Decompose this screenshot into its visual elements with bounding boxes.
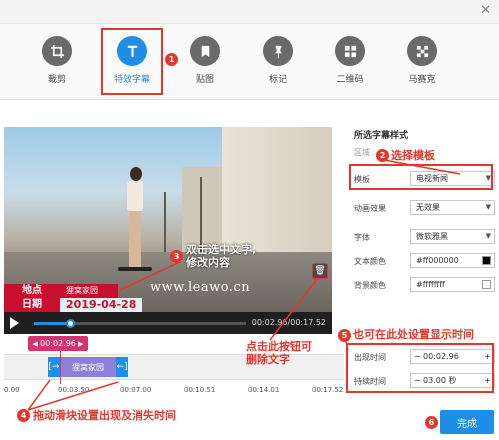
annotation-4: 拖动滑块设置出现及消失时间 [33, 409, 176, 422]
font-label: 字体 [354, 233, 370, 242]
step-badge-2: 2 [376, 149, 389, 162]
subtitle-value[interactable]: 狸窝家园 [60, 284, 118, 298]
ruler-tick: 00:03.50 [58, 386, 90, 394]
tool-mosaic[interactable]: 马赛克 [392, 34, 452, 94]
annotation-trash: 点击此按钮可 删除文字 [246, 340, 312, 366]
toolbar: 裁剪 特效字幕 贴图 标记 二维码 马赛克 [0, 24, 499, 100]
highlight-box [349, 164, 493, 190]
ruler-tick: 00:10.51 [184, 386, 216, 394]
font-row: 字体 微软雅黑 ▼ [354, 229, 496, 245]
subtitle-value[interactable]: 2019-04-28 [60, 298, 142, 312]
annotation-2: 选择模板 [391, 149, 435, 162]
ruler-tick: 00:07.00 [120, 386, 152, 394]
animation-row: 动画效果 无效果 ▼ [354, 200, 496, 216]
bg-color-field[interactable]: #ffffffff [410, 277, 495, 292]
step-badge-5: 5 [338, 329, 351, 342]
start-handle[interactable]: [→ [48, 357, 60, 377]
subtitle-row-date: 日期 2019-04-28 [4, 298, 142, 312]
tool-qrcode[interactable]: 二维码 [320, 34, 380, 94]
text-color-field[interactable]: #ff000000 [410, 253, 495, 268]
chevron-down-icon: ▼ [485, 203, 491, 211]
skater-figure [118, 167, 152, 277]
subtitle-key: 地点 [4, 284, 60, 298]
subtitle-key: 日期 [4, 298, 60, 312]
seek-knob[interactable] [66, 319, 76, 328]
animation-select[interactable]: 无效果 ▼ [410, 200, 495, 215]
animation-label: 动画效果 [354, 204, 386, 213]
panel-title: 所选字幕样式 [354, 131, 409, 141]
subtitle-row-location: 地点 狸窝家园 [4, 284, 118, 298]
annotation-3: 双击选中文字, 修改内容 [186, 243, 257, 269]
tool-label: 马赛克 [408, 75, 436, 85]
tool-label: 裁剪 [47, 75, 66, 85]
window-titlebar: ✕ [0, 0, 499, 24]
trash-icon[interactable]: 🗑 [312, 263, 328, 279]
current-time: 00:02.96 [40, 339, 76, 348]
end-handle[interactable]: ←] [116, 357, 128, 377]
pin-icon [263, 36, 293, 66]
step-badge-6: 6 [425, 416, 438, 429]
bg-color-row: 背景颜色 #ffffffff [354, 277, 496, 293]
tool-sticker[interactable]: 贴图 [175, 34, 235, 94]
play-icon[interactable] [10, 317, 19, 329]
grid-icon [335, 36, 365, 66]
mosaic-icon [407, 36, 437, 66]
bg-color-label: 背景颜色 [354, 281, 386, 290]
font-select[interactable]: 微软雅黑 ▼ [410, 229, 495, 244]
done-button[interactable]: 完成 [440, 410, 494, 434]
time-display: 00:02.96/00:17.52 [251, 318, 326, 327]
tool-label: 贴图 [195, 75, 214, 85]
subtitle-template[interactable]: 地点 狸窝家园 日期 2019-04-28 [4, 284, 332, 312]
current-time-badge: ◀ 00:02.96 ▶ [28, 336, 88, 351]
ruler-tick: 0.00 [4, 386, 20, 394]
close-icon[interactable]: ✕ [480, 3, 491, 18]
seek-progress [34, 322, 71, 325]
text-color-label: 文本颜色 [354, 257, 386, 266]
tool-mark[interactable]: 标记 [248, 34, 308, 94]
tool-crop[interactable]: 裁剪 [27, 34, 87, 94]
color-swatch [482, 280, 491, 289]
next-arrow-icon[interactable]: ▶ [76, 340, 83, 348]
annotation-5: 也可在此处设置显示时间 [353, 328, 474, 341]
step-badge-1: 1 [165, 53, 178, 66]
highlight-box [346, 343, 494, 393]
time-ruler: 0.00 00:03.50 00:07.00 00:10.51 00:14.01… [4, 386, 349, 400]
playhead [60, 350, 61, 384]
seek-bar[interactable] [34, 319, 246, 328]
subtitle-clip[interactable]: 狸窝家园 [60, 357, 116, 377]
ruler-tick: 00:14.01 [248, 386, 280, 394]
bookmark-icon [190, 36, 220, 66]
color-swatch [482, 256, 491, 265]
tool-label: 二维码 [336, 75, 364, 85]
player-controls: 00:02.96/00:17.52 [4, 312, 332, 334]
tool-label: 标记 [268, 75, 287, 85]
prev-arrow-icon[interactable]: ◀ [33, 340, 41, 348]
chevron-down-icon: ▼ [485, 232, 491, 240]
text-color-row: 文本颜色 #ff000000 [354, 253, 496, 269]
crop-icon [42, 36, 72, 66]
highlight-box [101, 28, 163, 95]
step-badge-3: 3 [170, 250, 183, 263]
ruler-tick: 00:17.52 [312, 386, 344, 394]
step-badge-4: 4 [17, 409, 30, 422]
